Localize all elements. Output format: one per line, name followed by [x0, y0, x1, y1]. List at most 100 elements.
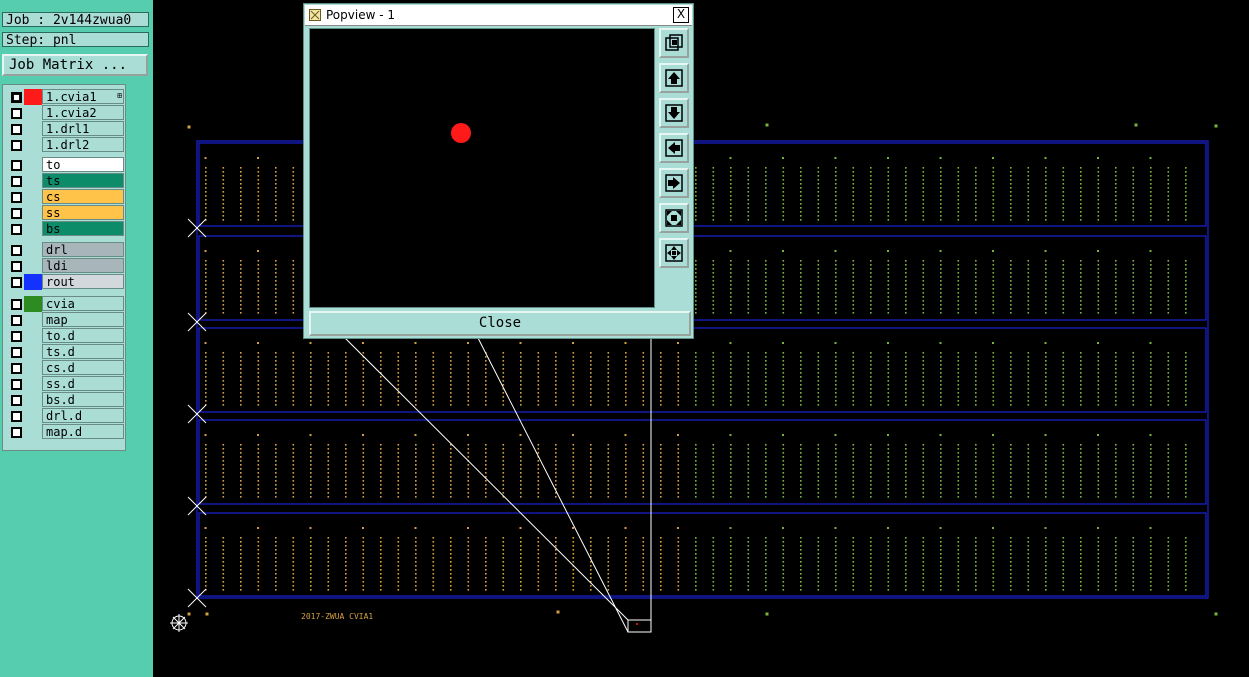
- layer-row-ss-d[interactable]: ss.d: [6, 376, 125, 392]
- pad-column: [590, 444, 592, 498]
- pan-up-button[interactable]: [659, 63, 689, 93]
- layer-row-1-cvia1[interactable]: 1.cvia1 ⊞: [6, 89, 125, 105]
- layer-row-bs[interactable]: bs: [6, 221, 125, 237]
- pad-column: [800, 537, 802, 591]
- pad-column: [712, 444, 715, 498]
- pad-column: [450, 352, 452, 406]
- layer-row-1-cvia2[interactable]: 1.cvia2: [6, 105, 125, 121]
- pad-column: [747, 444, 750, 498]
- popview-titlebar[interactable]: Popview - 1 X: [305, 5, 692, 26]
- layer-checkbox[interactable]: [11, 208, 22, 219]
- layer-checkbox[interactable]: [11, 315, 22, 326]
- layer-checkbox[interactable]: [11, 176, 22, 187]
- pad-dot: [887, 434, 889, 436]
- pad-column: [940, 352, 942, 406]
- layer-checkbox[interactable]: [11, 140, 22, 151]
- pad-dot: [834, 527, 837, 529]
- layer-checkbox[interactable]: [11, 395, 22, 406]
- layer-row-cvia[interactable]: cvia: [6, 296, 125, 312]
- pad-column: [537, 352, 540, 406]
- layer-row-map-d[interactable]: map.d: [6, 424, 125, 440]
- pad-dot: [992, 157, 994, 159]
- layer-checkbox[interactable]: [11, 108, 22, 119]
- pad-dot: [519, 342, 522, 344]
- zoom-in-button[interactable]: [659, 203, 689, 233]
- layer-row-ts-d[interactable]: ts.d: [6, 344, 125, 360]
- layer-checkbox[interactable]: [11, 261, 22, 272]
- zoom-out-icon: [665, 244, 683, 262]
- layer-row-drl[interactable]: drl: [6, 242, 125, 258]
- pad-dot: [677, 434, 679, 436]
- job-matrix-button[interactable]: Job Matrix ...: [2, 54, 148, 76]
- pad-column: [922, 444, 925, 498]
- layer-row-1-drl2[interactable]: 1.drl2: [6, 137, 125, 153]
- pad-column: [887, 167, 890, 221]
- layer-name: 1.cvia2: [42, 105, 124, 120]
- pad-column: [870, 352, 872, 406]
- pad-column: [502, 352, 505, 406]
- pad-column: [275, 352, 277, 406]
- pad-column: [502, 444, 505, 498]
- pan-left-button[interactable]: [659, 133, 689, 163]
- popview-view-area[interactable]: [309, 28, 655, 308]
- layer-row-map[interactable]: map: [6, 312, 125, 328]
- pan-down-button[interactable]: [659, 98, 689, 128]
- layer-row-rout[interactable]: rout: [6, 274, 125, 290]
- pad-dot: [887, 157, 889, 159]
- pad-column: [835, 537, 837, 591]
- layer-checkbox[interactable]: [11, 331, 22, 342]
- layer-row-ts[interactable]: ts: [6, 173, 125, 189]
- fiducial-dot: [765, 123, 769, 127]
- layer-color-swatch: [24, 89, 42, 105]
- zoom-fit-button[interactable]: [659, 28, 689, 58]
- layer-row-1-drl1[interactable]: 1.drl1: [6, 121, 125, 137]
- layer-checkbox[interactable]: [11, 411, 22, 422]
- layer-row-cs[interactable]: cs: [6, 189, 125, 205]
- layer-row-to[interactable]: to: [6, 157, 125, 173]
- pad-column: [887, 537, 890, 591]
- layer-row-bs-d[interactable]: bs.d: [6, 392, 125, 408]
- pad-column: [852, 444, 855, 498]
- pad-column: [415, 352, 417, 406]
- layer-checkbox[interactable]: [11, 299, 22, 310]
- layer-checkbox[interactable]: [11, 347, 22, 358]
- pad-dot: [887, 250, 889, 252]
- layer-row-to-d[interactable]: to.d: [6, 328, 125, 344]
- pad-column: [1185, 352, 1187, 406]
- expand-icon[interactable]: ⊞: [117, 92, 122, 100]
- layer-checkbox[interactable]: [11, 160, 22, 171]
- layer-row-drl-d[interactable]: drl.d: [6, 408, 125, 424]
- pad-dot: [1149, 342, 1152, 344]
- pad-column: [257, 537, 260, 591]
- pad-column: [1167, 352, 1170, 406]
- pad-dot: [782, 434, 784, 436]
- layer-checkbox[interactable]: [11, 124, 22, 135]
- pad-column: [765, 260, 767, 314]
- layer-checkbox[interactable]: [11, 427, 22, 438]
- pad-column: [432, 444, 435, 498]
- layer-checkbox[interactable]: [11, 192, 22, 203]
- close-window-button[interactable]: X: [673, 7, 689, 23]
- pad-column: [1097, 537, 1100, 591]
- pad-column: [222, 352, 225, 406]
- layer-checkbox[interactable]: [11, 92, 22, 103]
- layer-checkbox[interactable]: [11, 379, 22, 390]
- close-button[interactable]: Close: [309, 311, 691, 336]
- layer-row-ss[interactable]: ss: [6, 205, 125, 221]
- popview-window: Popview - 1 X Close: [303, 3, 694, 339]
- layer-row-cs-d[interactable]: cs.d: [6, 360, 125, 376]
- pan-right-button[interactable]: [659, 168, 689, 198]
- pad-column: [642, 444, 645, 498]
- layer-checkbox[interactable]: [11, 277, 22, 288]
- popview-title: Popview - 1: [326, 8, 395, 22]
- zoom-out-button[interactable]: [659, 238, 689, 268]
- pad-column: [1045, 444, 1047, 498]
- layer-checkbox[interactable]: [11, 363, 22, 374]
- pad-column: [292, 537, 295, 591]
- pad-dot: [624, 342, 627, 344]
- layer-row-ldi[interactable]: ldi: [6, 258, 125, 274]
- pad-column: [887, 444, 890, 498]
- layer-checkbox[interactable]: [11, 245, 22, 256]
- pad-column: [1167, 537, 1170, 591]
- layer-checkbox[interactable]: [11, 224, 22, 235]
